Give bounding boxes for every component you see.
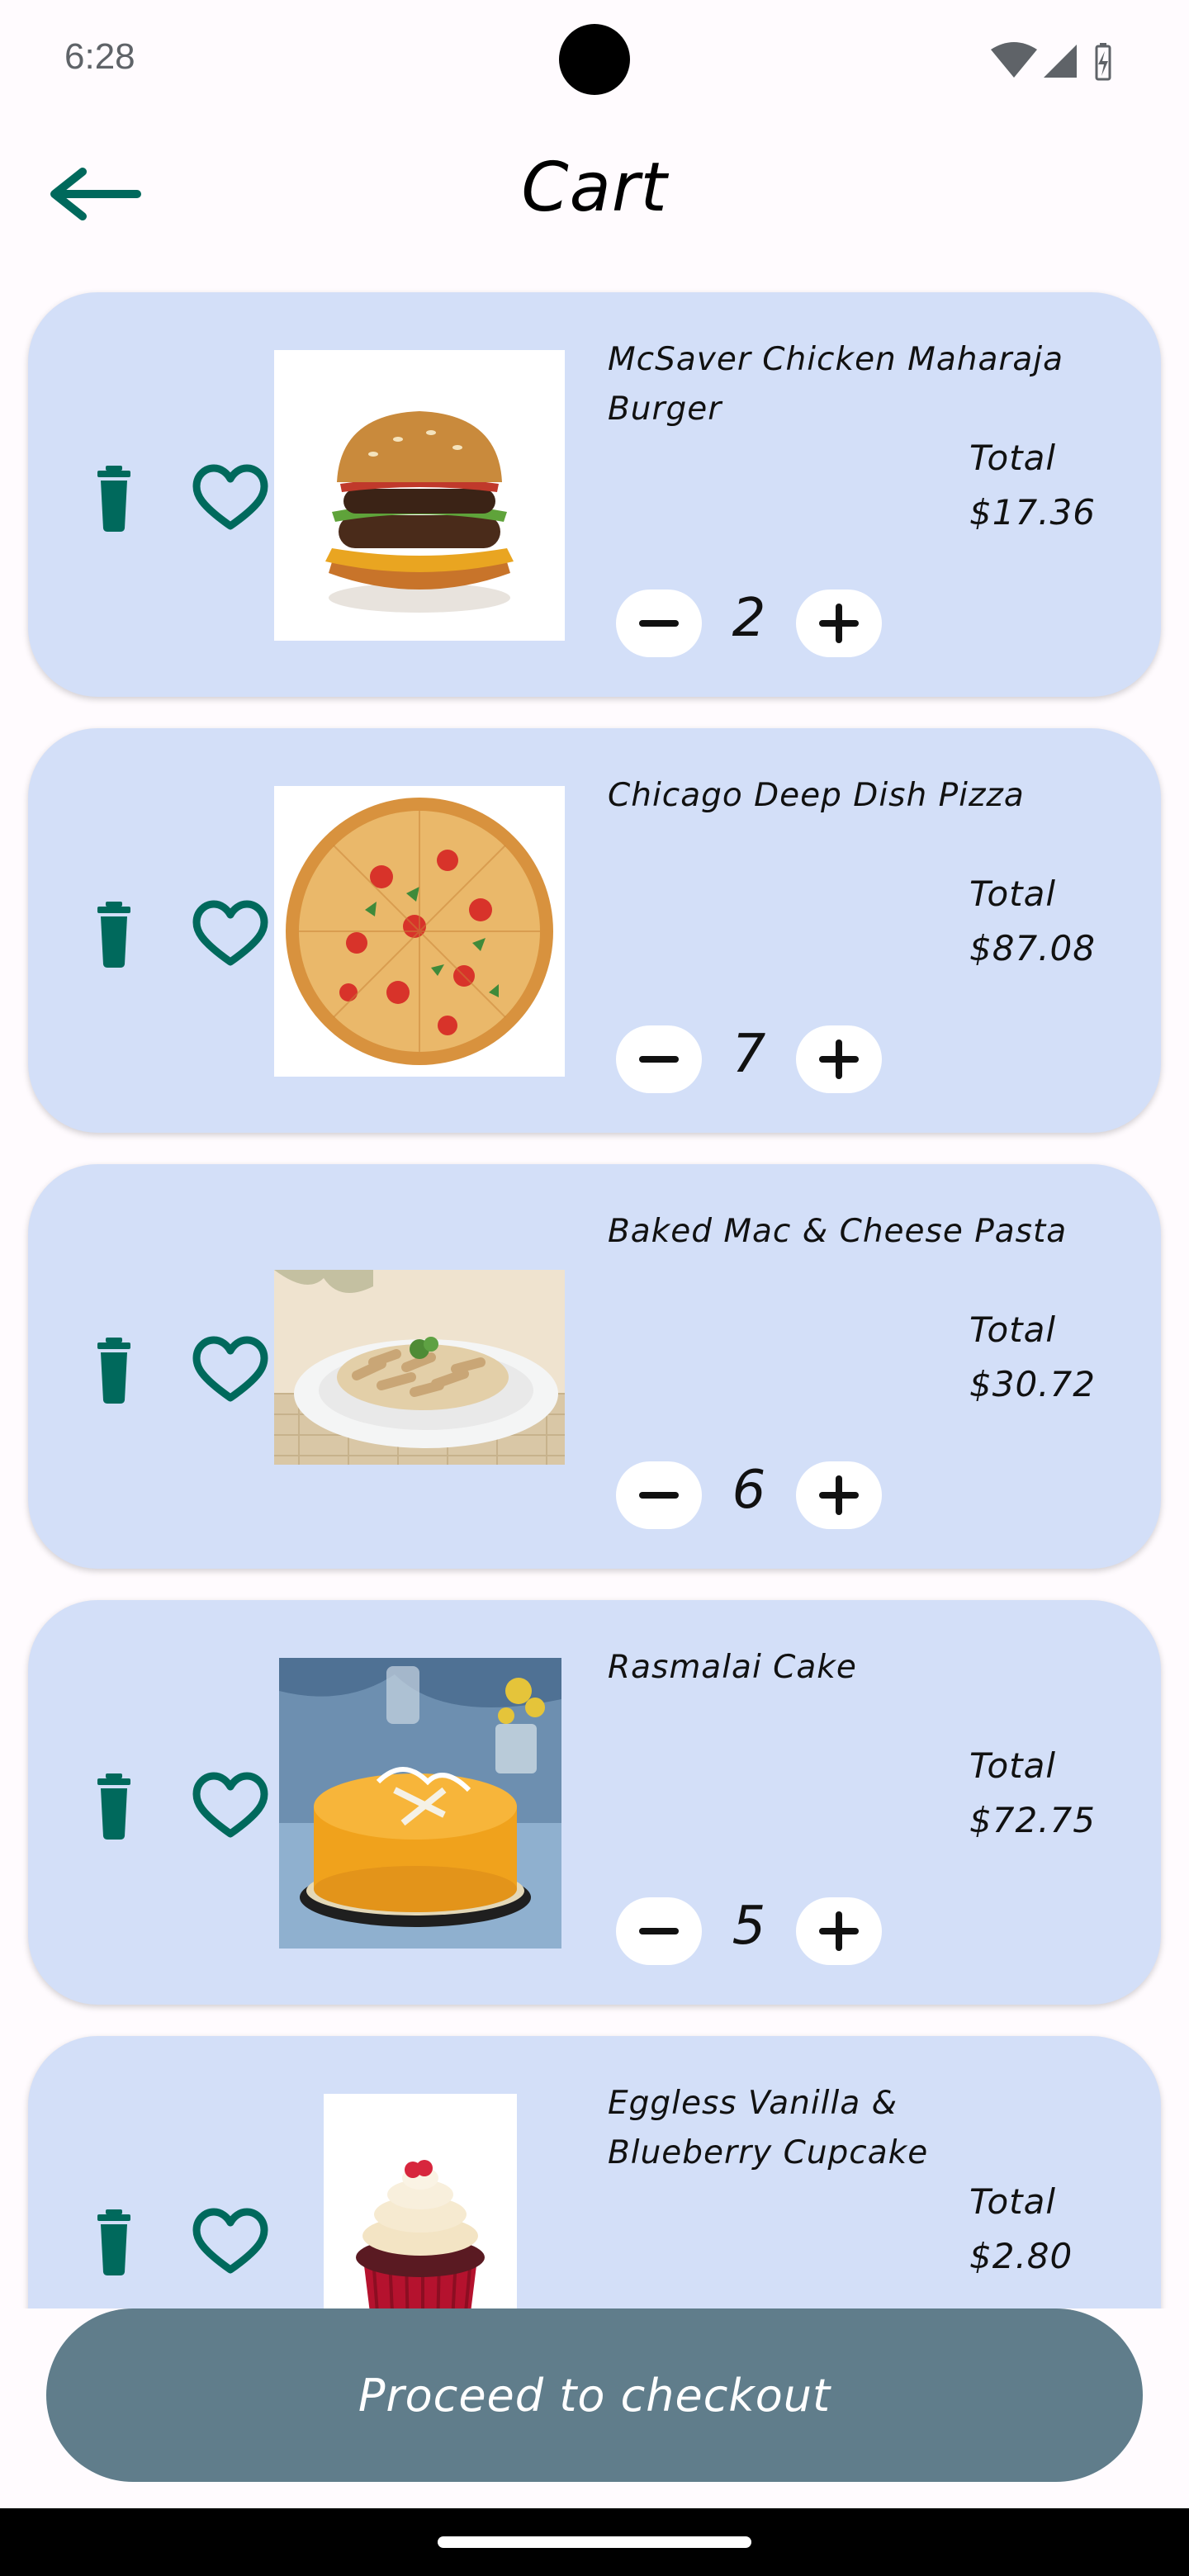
quantity-value: 5 — [732, 1896, 766, 1957]
plus-icon — [819, 1475, 859, 1515]
delete-button[interactable] — [68, 1338, 177, 1404]
total-label: Total — [969, 438, 1057, 478]
plus-icon — [819, 604, 859, 643]
item-name: McSaver Chicken Maharaja Burger — [608, 341, 1064, 428]
decrease-quantity-button[interactable] — [616, 1025, 702, 1093]
proceed-to-checkout-button[interactable]: Proceed to checkout — [46, 2308, 1143, 2482]
food-image-cake — [279, 1658, 561, 1949]
trash-icon — [97, 902, 130, 968]
item-total: $17.36 — [969, 492, 1096, 533]
favorite-button[interactable] — [168, 2205, 292, 2280]
item-name: Chicago Deep Dish Pizza — [608, 777, 1025, 814]
total-label: Total — [969, 1309, 1057, 1350]
item-name: Baked Mac & Cheese Pasta — [608, 1213, 1068, 1250]
signal-icon — [1044, 45, 1077, 78]
total-label: Total — [969, 874, 1057, 914]
decrease-quantity-button[interactable] — [616, 590, 702, 657]
item-total: $87.08 — [969, 928, 1096, 968]
status-icons — [991, 42, 1111, 81]
trash-icon — [97, 1773, 130, 1840]
food-image-cupcake — [324, 2094, 517, 2308]
food-image-pasta — [274, 1270, 565, 1465]
home-gesture-handle[interactable] — [438, 2536, 751, 2548]
minus-icon — [639, 1928, 679, 1934]
cart-item: Chicago Deep Dish Pizza Total $87.08 7 — [28, 728, 1161, 1133]
increase-quantity-button[interactable] — [796, 1461, 882, 1529]
screen: 6:28 Cart McSaver Chicken Maharaja Burge… — [0, 0, 1189, 2576]
favorite-button[interactable] — [168, 1769, 292, 1844]
total-label: Total — [969, 1745, 1057, 1786]
page-title: Cart — [521, 149, 668, 227]
status-time: 6:28 — [64, 36, 135, 77]
minus-icon — [639, 1492, 679, 1499]
quantity-value: 7 — [732, 1024, 766, 1085]
quantity-value: 2 — [732, 588, 766, 649]
battery-icon — [1095, 43, 1111, 81]
quantity-value: 6 — [732, 1460, 766, 1521]
cart-item: Baked Mac & Cheese Pasta Total $30.72 6 — [28, 1164, 1161, 1569]
delete-button[interactable] — [68, 902, 177, 968]
item-total: $2.80 — [969, 2236, 1073, 2276]
food-image-burger — [274, 350, 565, 641]
app-bar: Cart — [0, 124, 1189, 264]
delete-button[interactable] — [68, 466, 177, 532]
plus-icon — [819, 1039, 859, 1079]
increase-quantity-button[interactable] — [796, 1897, 882, 1965]
navigation-bar — [0, 2508, 1189, 2576]
checkout-area: Proceed to checkout — [0, 2308, 1189, 2508]
minus-icon — [639, 1056, 679, 1063]
cart-item: Eggless Vanilla & Blueberry Cupcake Tota… — [28, 2036, 1161, 2308]
trash-icon — [97, 1338, 130, 1404]
minus-icon — [639, 620, 679, 627]
heart-outline-icon — [192, 1772, 268, 1838]
increase-quantity-button[interactable] — [796, 590, 882, 657]
item-total: $30.72 — [969, 1364, 1096, 1404]
item-name: Rasmalai Cake — [608, 1649, 857, 1686]
item-total: $72.75 — [969, 1800, 1096, 1840]
heart-outline-icon — [192, 2208, 268, 2274]
decrease-quantity-button[interactable] — [616, 1897, 702, 1965]
status-bar: 6:28 — [0, 0, 1189, 124]
cart-item: McSaver Chicken Maharaja Burger Total $1… — [28, 292, 1161, 697]
delete-button[interactable] — [68, 1773, 177, 1840]
item-name: Eggless Vanilla & Blueberry Cupcake — [608, 2085, 929, 2171]
camera-cutout — [559, 24, 630, 95]
total-label: Total — [969, 2181, 1057, 2222]
food-image-pizza — [274, 786, 565, 1077]
trash-icon — [97, 466, 130, 532]
wifi-icon — [991, 42, 1037, 78]
cart-list[interactable]: McSaver Chicken Maharaja Burger Total $1… — [0, 264, 1189, 2308]
decrease-quantity-button[interactable] — [616, 1461, 702, 1529]
cart-item: Rasmalai Cake Total $72.75 5 — [28, 1600, 1161, 2005]
trash-icon — [97, 2209, 130, 2275]
increase-quantity-button[interactable] — [796, 1025, 882, 1093]
delete-button[interactable] — [68, 2209, 177, 2275]
plus-icon — [819, 1911, 859, 1951]
